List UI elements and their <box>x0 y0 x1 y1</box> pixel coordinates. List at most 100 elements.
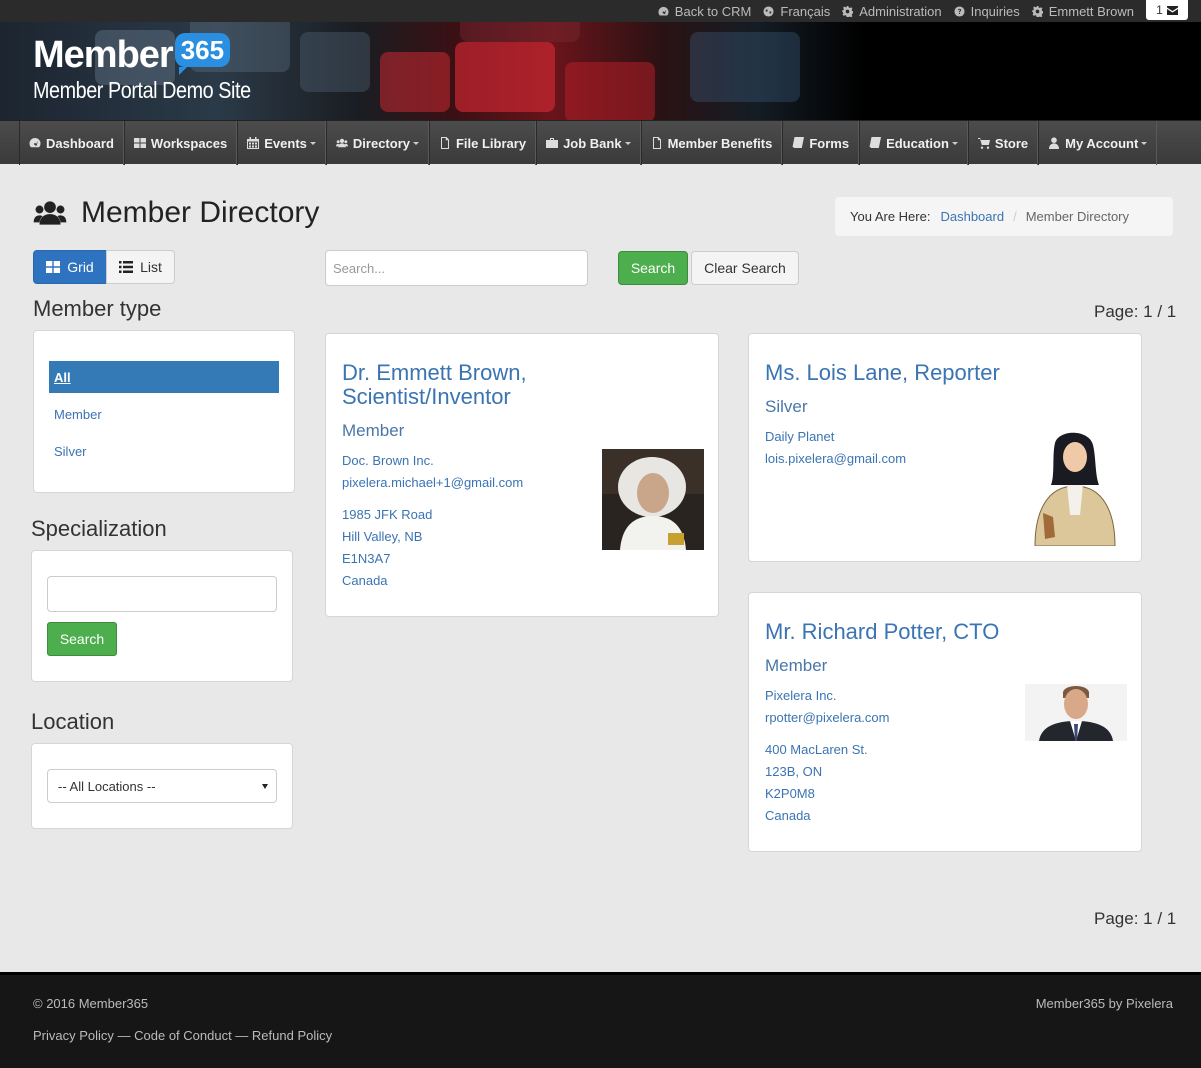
member-name-line: Scientist/Inventor <box>342 384 511 409</box>
gear-icon <box>842 5 854 17</box>
briefcase-icon <box>546 138 559 148</box>
nav-workspaces-label: Workspaces <box>150 135 228 151</box>
inquiries-label: Inquiries <box>970 3 1020 19</box>
administration-link[interactable]: Administration <box>842 3 942 19</box>
member-address-line: 1985 JFK Road <box>342 507 433 522</box>
member-name[interactable]: Ms. Lois Lane, Reporter <box>765 361 1000 385</box>
chevron-down-icon <box>951 141 958 145</box>
back-to-crm-link[interactable]: Back to CRM <box>658 3 752 19</box>
nav-my-account[interactable]: My Account <box>1038 121 1158 165</box>
mail-count: 1 <box>1156 3 1163 17</box>
nav-education-label: Education <box>886 135 949 151</box>
pagination-bottom: Page: 1 / 1 <box>1094 909 1177 928</box>
file-icon <box>652 137 661 149</box>
nav-education[interactable]: Education <box>859 121 968 165</box>
th-large-icon <box>133 138 146 148</box>
member-email[interactable]: pixelera.michael+1@gmail.com <box>342 475 523 490</box>
user-name-label: Emmett Brown <box>1048 3 1134 19</box>
member-type-panel: All Member Silver <box>33 330 295 493</box>
member-type-label: Silver <box>765 397 808 416</box>
member-name[interactable]: Mr. Richard Potter, CTO <box>765 620 999 644</box>
breadcrumb-label: You Are Here: <box>850 209 931 224</box>
administration-label: Administration <box>859 3 942 19</box>
search-button[interactable]: Search <box>618 251 688 285</box>
grid-view-button[interactable]: Grid <box>33 250 107 284</box>
specialization-panel: Search <box>31 550 293 682</box>
language-link[interactable]: Français <box>763 4 830 19</box>
chevron-down-icon <box>1141 141 1148 145</box>
logo-subtitle: Member Portal Demo Site <box>33 77 251 103</box>
chevron-down-icon <box>412 141 419 145</box>
main-navbar: Dashboard Workspaces Events Directory Fi… <box>0 120 1201 165</box>
breadcrumb: You Are Here: Dashboard / Member Directo… <box>835 197 1173 236</box>
chevron-down-icon <box>309 141 316 145</box>
breadcrumb-dashboard-link[interactable]: Dashboard <box>940 209 1004 224</box>
member-address-line: Hill Valley, NB <box>342 529 423 544</box>
page-title-text: Member Directory <box>81 196 320 229</box>
member-card: Ms. Lois Lane, Reporter Silver Daily Pla… <box>748 333 1142 562</box>
member-portrait-image <box>1025 684 1127 741</box>
nav-directory[interactable]: Directory <box>325 121 429 165</box>
member-company: Daily Planet <box>765 429 835 444</box>
user-menu-link[interactable]: Emmett Brown <box>1031 3 1134 19</box>
list-view-label: List <box>140 259 162 275</box>
member-type-heading: Member type <box>33 296 162 321</box>
member-photo <box>1025 425 1127 546</box>
users-icon <box>33 201 67 225</box>
dashboard-gauge-icon <box>658 6 669 15</box>
clear-search-button[interactable]: Clear Search <box>691 251 799 285</box>
location-select[interactable]: -- All Locations -- <box>47 769 277 803</box>
nav-member-benefits[interactable]: Member Benefits <box>640 121 783 165</box>
member-type-label: Member <box>342 421 405 440</box>
mail-button[interactable]: 1 <box>1146 0 1188 20</box>
member-company: Doc. Brown Inc. <box>342 453 434 468</box>
breadcrumb-current: Member Directory <box>1025 209 1129 224</box>
file-icon <box>440 137 449 149</box>
user-gear-icon <box>1031 5 1043 17</box>
footer-credit[interactable]: Member365 by Pixelera <box>1036 996 1173 1011</box>
member-photo <box>1025 684 1127 741</box>
nav-file-library-label: File Library <box>455 135 527 151</box>
shopping-cart-icon <box>977 138 990 149</box>
breadcrumb-separator: / <box>1013 209 1017 224</box>
logo-number-bubble: 365 <box>174 33 231 75</box>
user-icon <box>1049 137 1060 149</box>
nav-job-bank-label: Job Bank <box>563 135 622 151</box>
member-address-line: 123B, ON <box>765 764 823 779</box>
nav-events[interactable]: Events <box>237 121 326 165</box>
member-type-member[interactable]: Member <box>49 398 279 430</box>
member-type-silver[interactable]: Silver <box>49 435 279 467</box>
select-arrow-icon <box>262 784 268 789</box>
specialization-heading: Specialization <box>31 516 167 541</box>
member-name[interactable]: Dr. Emmett Brown, Scientist/Inventor <box>342 361 527 409</box>
list-view-button[interactable]: List <box>106 250 175 284</box>
specialization-search-button[interactable]: Search <box>47 622 117 656</box>
member-country: Canada <box>342 573 388 588</box>
nav-store[interactable]: Store <box>967 121 1039 165</box>
page-title: Member Directory <box>33 196 319 230</box>
site-logo[interactable]: Member 365 Member Portal Demo Site <box>33 33 286 103</box>
footer-policy-links[interactable]: Privacy Policy — Code of Conduct — Refun… <box>33 1028 332 1043</box>
nav-file-library[interactable]: File Library <box>428 121 537 165</box>
nav-items: Dashboard Workspaces Events Directory Fi… <box>19 121 1158 165</box>
member-email[interactable]: rpotter@pixelera.com <box>765 710 889 725</box>
nav-workspaces[interactable]: Workspaces <box>123 121 238 165</box>
member-name-line: Dr. Emmett Brown, <box>342 360 527 385</box>
member-email[interactable]: lois.pixelera@gmail.com <box>765 451 906 466</box>
grid-view-label: Grid <box>67 259 94 275</box>
specialization-input[interactable] <box>47 576 277 612</box>
member-search-input[interactable] <box>325 250 588 286</box>
member-country: Canada <box>765 808 811 823</box>
nav-dashboard[interactable]: Dashboard <box>19 121 124 165</box>
chevron-down-icon <box>624 141 631 145</box>
calendar-icon <box>247 137 260 149</box>
member-type-all[interactable]: All <box>49 361 279 393</box>
inquiries-link[interactable]: Inquiries <box>954 4 1020 19</box>
nav-forms[interactable]: Forms <box>782 121 860 165</box>
question-circle-icon <box>954 5 965 17</box>
nav-dashboard-label: Dashboard <box>46 135 114 151</box>
nav-directory-label: Directory <box>352 135 410 151</box>
list-icon <box>119 261 134 273</box>
back-to-crm-label: Back to CRM <box>674 3 752 19</box>
nav-job-bank[interactable]: Job Bank <box>536 121 641 165</box>
